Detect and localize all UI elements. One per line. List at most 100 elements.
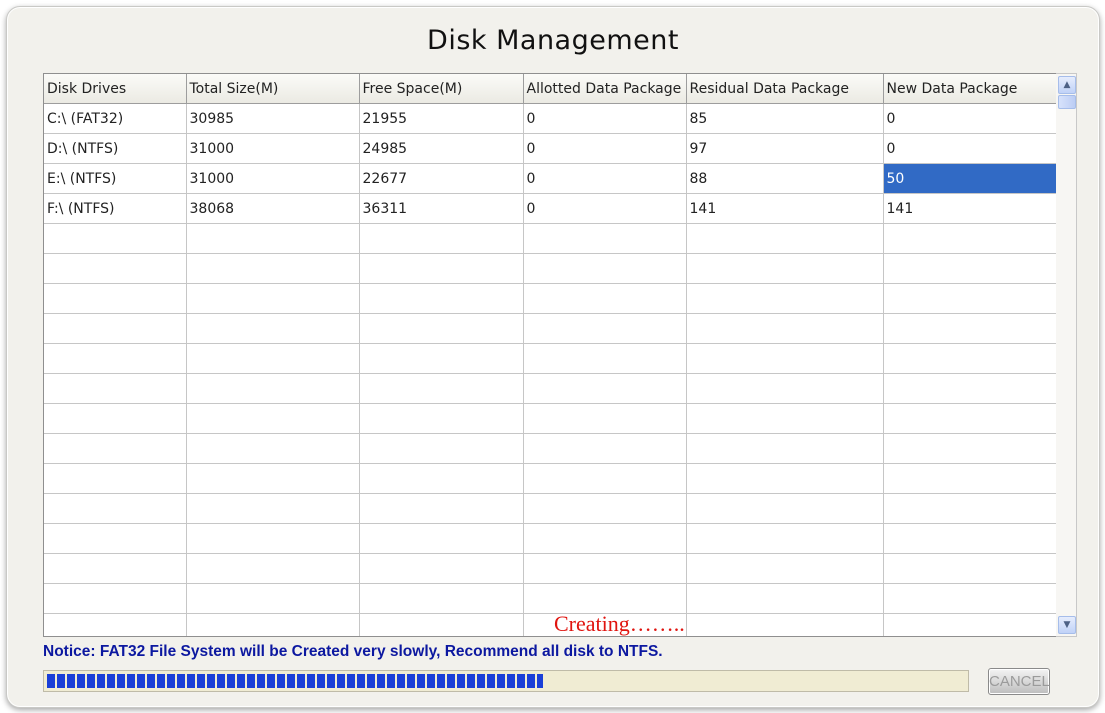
empty-cell: [44, 613, 187, 636]
empty-cell: [186, 493, 360, 524]
empty-row: [44, 313, 1057, 344]
col-header-disk-drives[interactable]: Disk Drives: [44, 74, 187, 104]
empty-cell: [359, 523, 524, 554]
scroll-up-button[interactable]: ▲: [1058, 76, 1076, 94]
table-row[interactable]: D:\ (NTFS) 31000 24985 0 97 0: [44, 133, 1057, 164]
empty-cell: [44, 523, 187, 554]
table-cell[interactable]: 0: [883, 133, 1057, 164]
disk-table: Disk Drives Total Size(M) Free Space(M) …: [44, 74, 1057, 636]
notice-text: Notice: FAT32 File System will be Create…: [43, 643, 663, 660]
empty-cell: [883, 313, 1057, 344]
table-cell[interactable]: 0: [523, 103, 687, 134]
empty-cell: [523, 523, 687, 554]
table-cell[interactable]: C:\ (FAT32): [44, 103, 187, 134]
empty-cell: [686, 433, 884, 464]
scroll-thumb[interactable]: [1058, 95, 1076, 109]
empty-cell: [44, 493, 187, 524]
empty-cell: [186, 553, 360, 584]
empty-cell: [186, 343, 360, 374]
empty-cell: [883, 373, 1057, 404]
empty-cell: [523, 313, 687, 344]
disk-grid[interactable]: Disk Drives Total Size(M) Free Space(M) …: [43, 73, 1058, 637]
empty-row: [44, 433, 1057, 464]
scroll-down-button[interactable]: ▼: [1058, 616, 1076, 634]
table-cell[interactable]: 0: [883, 103, 1057, 134]
table-cell[interactable]: 31000: [186, 163, 360, 194]
empty-cell: [186, 583, 360, 614]
empty-cell: [44, 403, 187, 434]
empty-cell: [359, 493, 524, 524]
chevron-down-icon: ▼: [1063, 620, 1071, 630]
table-cell[interactable]: 31000: [186, 133, 360, 164]
table-row[interactable]: E:\ (NTFS) 31000 22677 0 88 50: [44, 163, 1057, 194]
disk-management-window: Disk Management Disk Drives Total Size(M…: [6, 6, 1100, 708]
empty-cell: [523, 343, 687, 374]
col-header-allotted-package[interactable]: Allotted Data Package: [523, 74, 687, 104]
empty-cell: [883, 583, 1057, 614]
empty-row: [44, 583, 1057, 614]
col-header-new-package[interactable]: New Data Package: [883, 74, 1057, 104]
empty-cell: [686, 463, 884, 494]
empty-cell: [523, 583, 687, 614]
table-cell[interactable]: 85: [686, 103, 884, 134]
empty-cell: [686, 223, 884, 254]
empty-row: [44, 463, 1057, 494]
empty-cell: [883, 493, 1057, 524]
progress-bar: [43, 670, 969, 692]
empty-cell: [883, 433, 1057, 464]
empty-cell: [523, 283, 687, 314]
table-cell[interactable]: 21955: [359, 103, 524, 134]
table-cell[interactable]: 22677: [359, 163, 524, 194]
table-cell[interactable]: 38068: [186, 193, 360, 224]
empty-row: [44, 493, 1057, 524]
empty-cell: [523, 553, 687, 584]
empty-cell: [523, 373, 687, 404]
table-cell[interactable]: 97: [686, 133, 884, 164]
vertical-scrollbar[interactable]: ▲ ▼: [1056, 73, 1077, 637]
window-title: Disk Management: [427, 25, 679, 56]
empty-cell: [44, 223, 187, 254]
empty-cell: [523, 433, 687, 464]
table-cell[interactable]: 141: [883, 193, 1057, 224]
empty-cell: [44, 433, 187, 464]
empty-cell: [44, 583, 187, 614]
progress-fill: [47, 674, 543, 688]
empty-cell: [359, 283, 524, 314]
table-cell[interactable]: 36311: [359, 193, 524, 224]
table-cell[interactable]: 30985: [186, 103, 360, 134]
table-cell[interactable]: 0: [523, 163, 687, 194]
empty-cell: [686, 283, 884, 314]
empty-cell: [686, 343, 884, 374]
empty-cell: [686, 613, 884, 636]
col-header-free-space[interactable]: Free Space(M): [359, 74, 524, 104]
empty-cell: [359, 403, 524, 434]
col-header-residual-package[interactable]: Residual Data Package: [686, 74, 884, 104]
table-cell[interactable]: 24985: [359, 133, 524, 164]
empty-cell: [186, 613, 360, 636]
table-cell[interactable]: 50: [883, 163, 1057, 194]
table-cell[interactable]: 88: [686, 163, 884, 194]
table-cell[interactable]: E:\ (NTFS): [44, 163, 187, 194]
empty-row: [44, 523, 1057, 554]
empty-row: [44, 613, 1057, 636]
table-cell[interactable]: D:\ (NTFS): [44, 133, 187, 164]
table-cell[interactable]: 0: [523, 133, 687, 164]
empty-cell: [686, 553, 884, 584]
empty-cell: [359, 253, 524, 284]
empty-cell: [44, 343, 187, 374]
table-cell[interactable]: F:\ (NTFS): [44, 193, 187, 224]
table-cell[interactable]: 0: [523, 193, 687, 224]
empty-cell: [883, 253, 1057, 284]
table-cell[interactable]: 141: [686, 193, 884, 224]
cancel-button[interactable]: CANCEL: [988, 668, 1050, 695]
empty-cell: [44, 373, 187, 404]
table-row[interactable]: C:\ (FAT32) 30985 21955 0 85 0: [44, 103, 1057, 134]
empty-cell: [359, 313, 524, 344]
empty-cell: [359, 343, 524, 374]
empty-cell: [523, 223, 687, 254]
empty-cell: [186, 463, 360, 494]
table-row[interactable]: F:\ (NTFS) 38068 36311 0 141 141: [44, 193, 1057, 224]
col-header-total-size[interactable]: Total Size(M): [186, 74, 360, 104]
empty-cell: [44, 553, 187, 584]
empty-cell: [186, 523, 360, 554]
